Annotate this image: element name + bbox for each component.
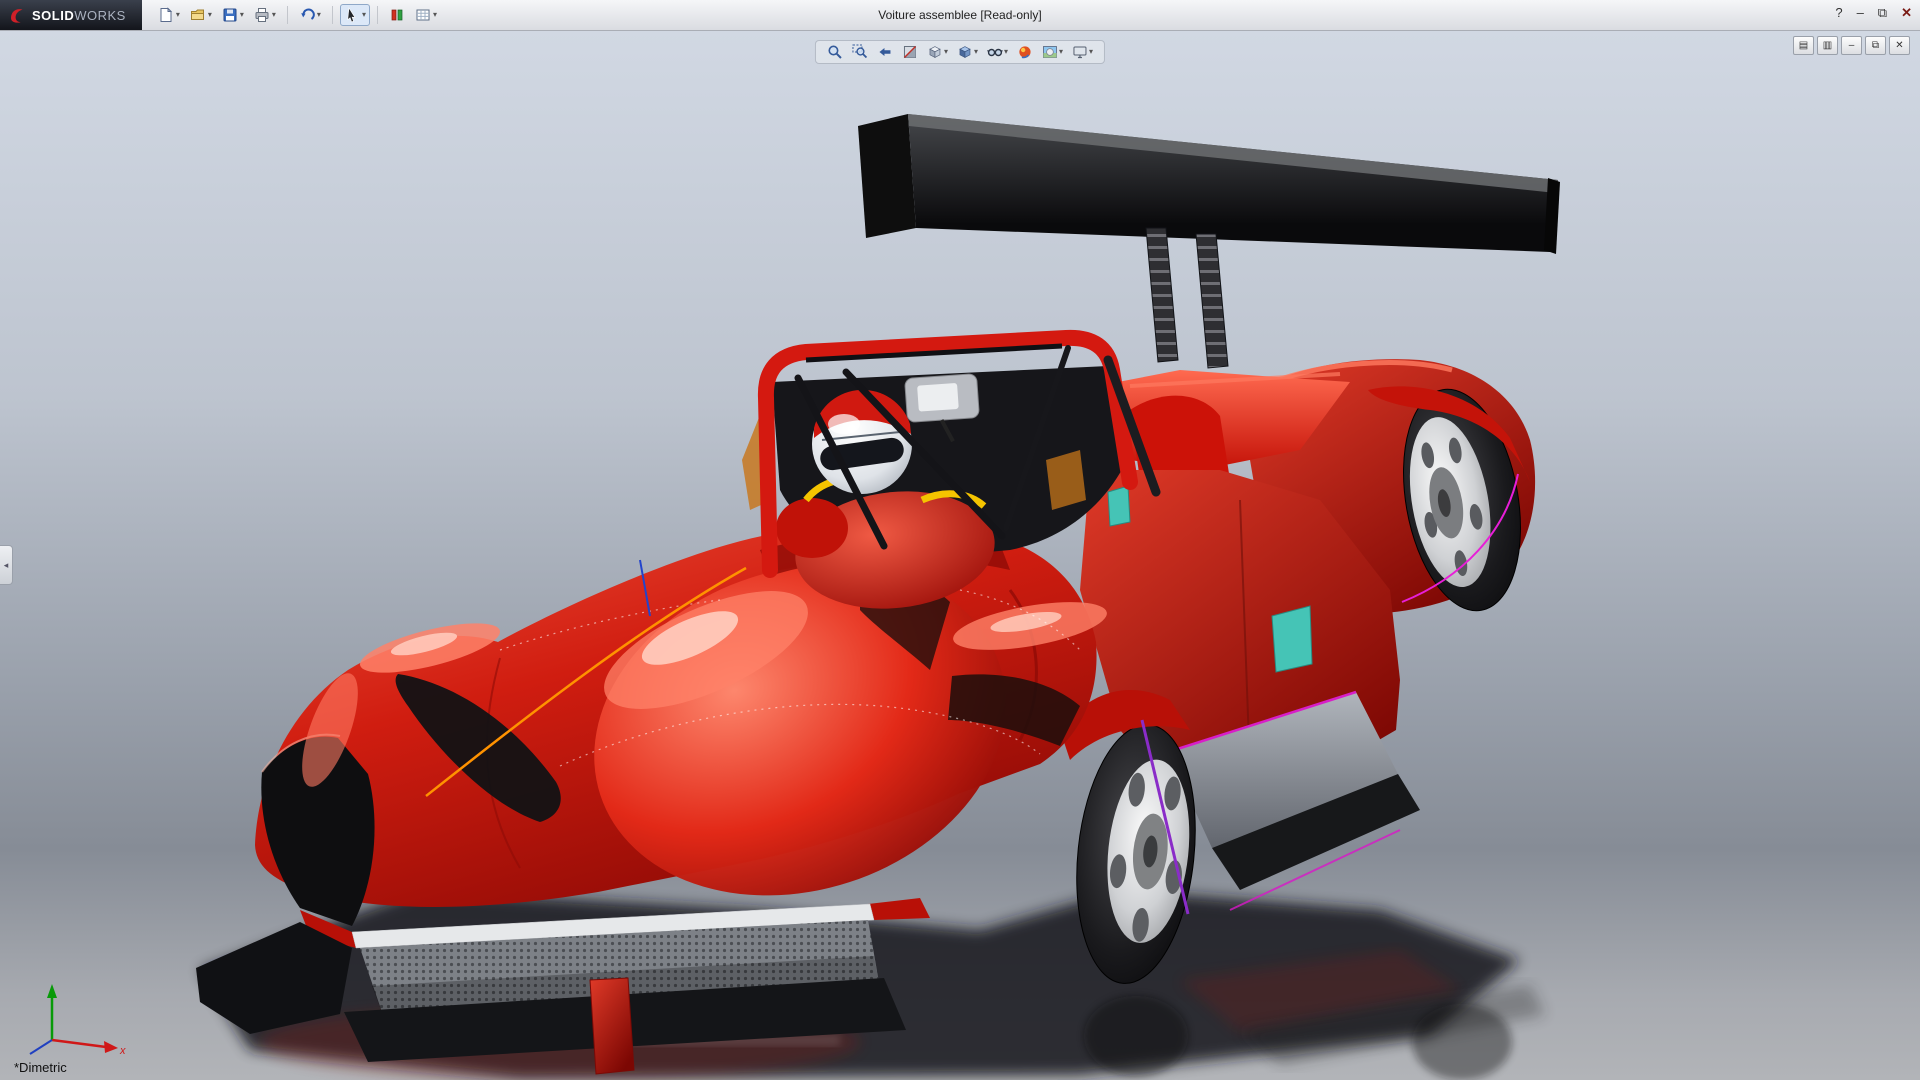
doc-close-button[interactable]: ✕: [1889, 36, 1910, 55]
display-style-icon: [957, 44, 973, 60]
graphics-area[interactable]: ▾ ▾ ▾: [0, 30, 1920, 1080]
svg-text:x: x: [119, 1045, 126, 1057]
doc-pane-b-button[interactable]: ▥: [1817, 36, 1838, 55]
doc-restore-button[interactable]: ⧉: [1865, 36, 1886, 55]
edit-appearance-button[interactable]: [1015, 43, 1035, 61]
component-colors-button[interactable]: [385, 4, 409, 26]
dropdown-caret[interactable]: ▾: [1004, 48, 1008, 56]
titlebar: SOLIDWORKS ▾ ▾ ▾: [0, 0, 1920, 31]
teal-cockpit-panel[interactable]: [1108, 486, 1130, 526]
edit-appearance-icon: [1017, 44, 1033, 60]
triad-y-axis: [47, 984, 57, 1040]
component-colors-icon: [389, 7, 405, 23]
doc-minimize-button[interactable]: –: [1841, 36, 1862, 55]
zoom-to-area-button[interactable]: [850, 43, 870, 61]
select-button[interactable]: ▾: [340, 4, 370, 26]
view-orientation-cube-icon: [927, 44, 943, 60]
view-orientation-label: *Dimetric: [14, 1060, 67, 1075]
section-view-icon: [902, 44, 918, 60]
new-document-icon: [158, 7, 174, 23]
splitter-pylon[interactable]: [590, 978, 634, 1074]
apply-scene-button[interactable]: ▾: [1040, 43, 1065, 61]
close-button[interactable]: ✕: [1901, 5, 1912, 21]
zoom-to-fit-button[interactable]: [825, 43, 845, 61]
view-settings-icon: [1072, 44, 1088, 60]
options-button[interactable]: ▾: [411, 4, 441, 26]
origin-triad: x: [12, 978, 132, 1058]
dropdown-caret[interactable]: ▾: [208, 11, 212, 19]
dropdown-caret[interactable]: ▾: [272, 11, 276, 19]
apply-scene-icon: [1042, 44, 1058, 60]
solidworks-brand: SOLIDWORKS: [0, 0, 142, 30]
dropdown-caret[interactable]: ▾: [1059, 48, 1063, 56]
new-document-button[interactable]: ▾: [154, 4, 184, 26]
previous-view-icon: [877, 44, 893, 60]
heads-up-view-toolbar: ▾ ▾ ▾: [815, 40, 1105, 64]
zoom-to-area-icon: [852, 44, 868, 60]
dropdown-caret[interactable]: ▾: [176, 11, 180, 19]
zoom-to-fit-icon: [827, 44, 843, 60]
solidworks-logo-icon: [8, 6, 26, 24]
dropdown-caret[interactable]: ▾: [1089, 48, 1093, 56]
select-cursor-icon: [344, 7, 360, 23]
toolbar-separator: [332, 6, 333, 24]
rear-wing[interactable]: [858, 114, 1560, 254]
document-title: Voiture assemblee [Read-only]: [878, 8, 1041, 22]
featuremanager-collapsed-tab[interactable]: ◂: [0, 545, 13, 585]
restore-button[interactable]: ⧉: [1878, 5, 1887, 21]
standard-toolbar: ▾ ▾ ▾ ▾ ▾: [154, 4, 441, 26]
doc-pane-a-button[interactable]: ▤: [1793, 36, 1814, 55]
hide-show-items-button[interactable]: ▾: [985, 43, 1010, 61]
dropdown-caret[interactable]: ▾: [433, 11, 437, 19]
race-car-model[interactable]: [0, 30, 1920, 1080]
document-window-controls: ▤ ▥ – ⧉ ✕: [1793, 36, 1910, 55]
window-controls: ? – ⧉ ✕: [1835, 5, 1912, 21]
open-folder-icon: [190, 7, 206, 23]
dropdown-caret[interactable]: ▾: [974, 48, 978, 56]
print-icon: [254, 7, 270, 23]
hide-show-items-icon: [987, 44, 1003, 60]
teal-side-panel[interactable]: [1272, 606, 1312, 672]
wing-struts[interactable]: [1146, 228, 1228, 368]
options-grid-icon: [415, 7, 431, 23]
undo-icon: [299, 7, 315, 23]
view-orientation-button[interactable]: ▾: [925, 43, 950, 61]
toolbar-separator: [287, 6, 288, 24]
solidworks-wordmark: SOLIDWORKS: [32, 8, 126, 23]
triad-x-axis: x: [52, 1040, 126, 1057]
dropdown-caret[interactable]: ▾: [362, 11, 366, 19]
minimize-button[interactable]: –: [1857, 5, 1864, 21]
dropdown-caret[interactable]: ▾: [317, 11, 321, 19]
display-style-button[interactable]: ▾: [955, 43, 980, 61]
undo-button[interactable]: ▾: [295, 4, 325, 26]
save-floppy-icon: [222, 7, 238, 23]
toolbar-separator: [377, 6, 378, 24]
triad-z-axis: [30, 1040, 52, 1054]
open-button[interactable]: ▾: [186, 4, 216, 26]
view-settings-button[interactable]: ▾: [1070, 43, 1095, 61]
section-view-button[interactable]: [900, 43, 920, 61]
dropdown-caret[interactable]: ▾: [240, 11, 244, 19]
dropdown-caret[interactable]: ▾: [944, 48, 948, 56]
print-button[interactable]: ▾: [250, 4, 280, 26]
help-button[interactable]: ?: [1835, 5, 1842, 21]
save-button[interactable]: ▾: [218, 4, 248, 26]
previous-view-button[interactable]: [875, 43, 895, 61]
